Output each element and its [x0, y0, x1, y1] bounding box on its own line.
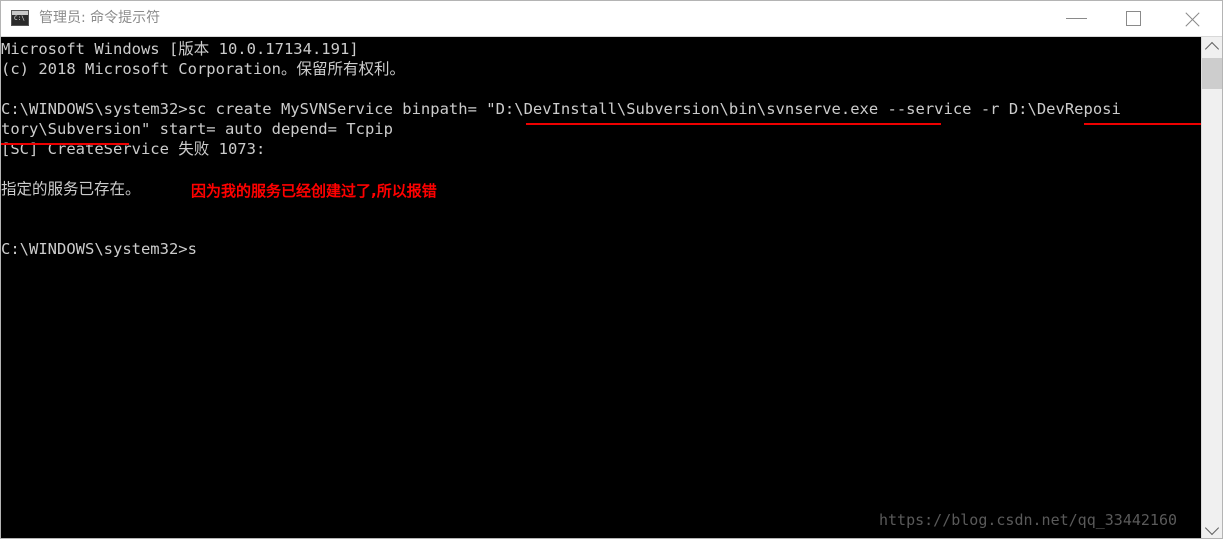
console-line-command: C:\WINDOWS\system32>sc create MySVNServi… — [1, 100, 1121, 118]
close-button[interactable] — [1169, 1, 1215, 35]
console-text: Microsoft Windows [版本 10.0.17134.191] (c… — [1, 37, 1201, 258]
console-icon — [11, 10, 29, 26]
vertical-scrollbar[interactable] — [1201, 37, 1222, 538]
minimize-button[interactable] — [1053, 1, 1099, 35]
console-line: (c) 2018 Microsoft Corporation。保留所有权利。 — [1, 60, 405, 78]
close-icon — [1183, 11, 1200, 28]
scroll-down-arrow-icon[interactable] — [1202, 519, 1222, 538]
red-annotation-text: 因为我的服务已经创建过了,所以报错 — [191, 182, 437, 200]
scrollbar-thumb[interactable] — [1202, 58, 1222, 89]
console-line-command-wrap: tory\Subversion" start= auto depend= Tcp… — [1, 120, 393, 138]
red-underline-repository — [1084, 123, 1201, 125]
red-underline-repository-wrap — [1, 143, 129, 145]
red-underline-binpath — [526, 123, 941, 125]
command-prompt-window: 管理员: 命令提示符 Microsoft Windows [版本 10.0.17… — [0, 0, 1223, 539]
console-line: Microsoft Windows [版本 10.0.17134.191] — [1, 40, 359, 58]
title-bar[interactable]: 管理员: 命令提示符 — [1, 1, 1222, 37]
console-line-error: [SC] CreateService 失败 1073: — [1, 140, 266, 158]
scroll-up-arrow-icon[interactable] — [1202, 37, 1222, 57]
minimize-icon — [1066, 18, 1087, 19]
window-title: 管理员: 命令提示符 — [39, 10, 161, 26]
console-line-prompt: C:\WINDOWS\system32>s — [1, 240, 197, 258]
console-output-area[interactable]: Microsoft Windows [版本 10.0.17134.191] (c… — [1, 37, 1201, 538]
maximize-icon — [1126, 11, 1141, 26]
watermark-url: https://blog.csdn.net/qq_33442160 — [879, 511, 1178, 529]
maximize-button[interactable] — [1111, 1, 1157, 35]
console-line-error-detail: 指定的服务已存在。 — [1, 180, 141, 198]
